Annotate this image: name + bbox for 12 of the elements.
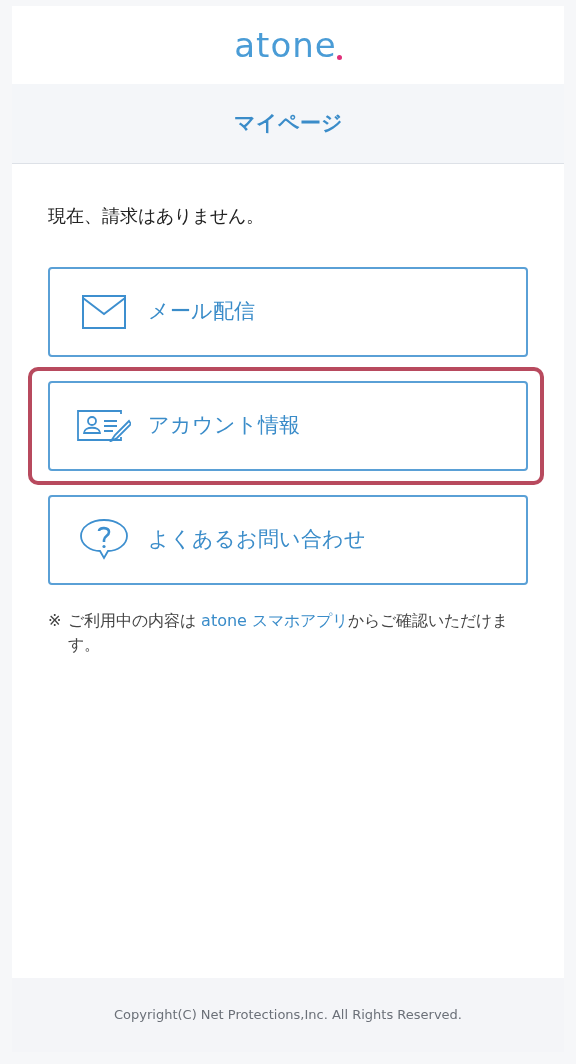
envelope-icon — [82, 295, 126, 329]
app-link[interactable]: atone スマホアプリ — [201, 611, 349, 630]
page-title: マイページ — [233, 109, 343, 137]
copyright-text: Copyright(C) Net Protections,Inc. All Rights Reserved. — [114, 1006, 462, 1025]
note-text: ご利用中の内容は atone スマホアプリ からご確認いただけます。 — [68, 610, 510, 656]
billing-message: 現在、請求はありません。 — [48, 204, 265, 228]
id-card-icon — [77, 410, 131, 442]
menu-button[interactable]: アカウント情報 — [48, 381, 528, 471]
menu-button[interactable]: よくあるお問い合わせ — [48, 495, 528, 585]
note-mark: ※ — [48, 610, 63, 632]
menu-button[interactable]: メール配信 — [48, 267, 528, 357]
question-bubble-icon — [80, 518, 128, 562]
